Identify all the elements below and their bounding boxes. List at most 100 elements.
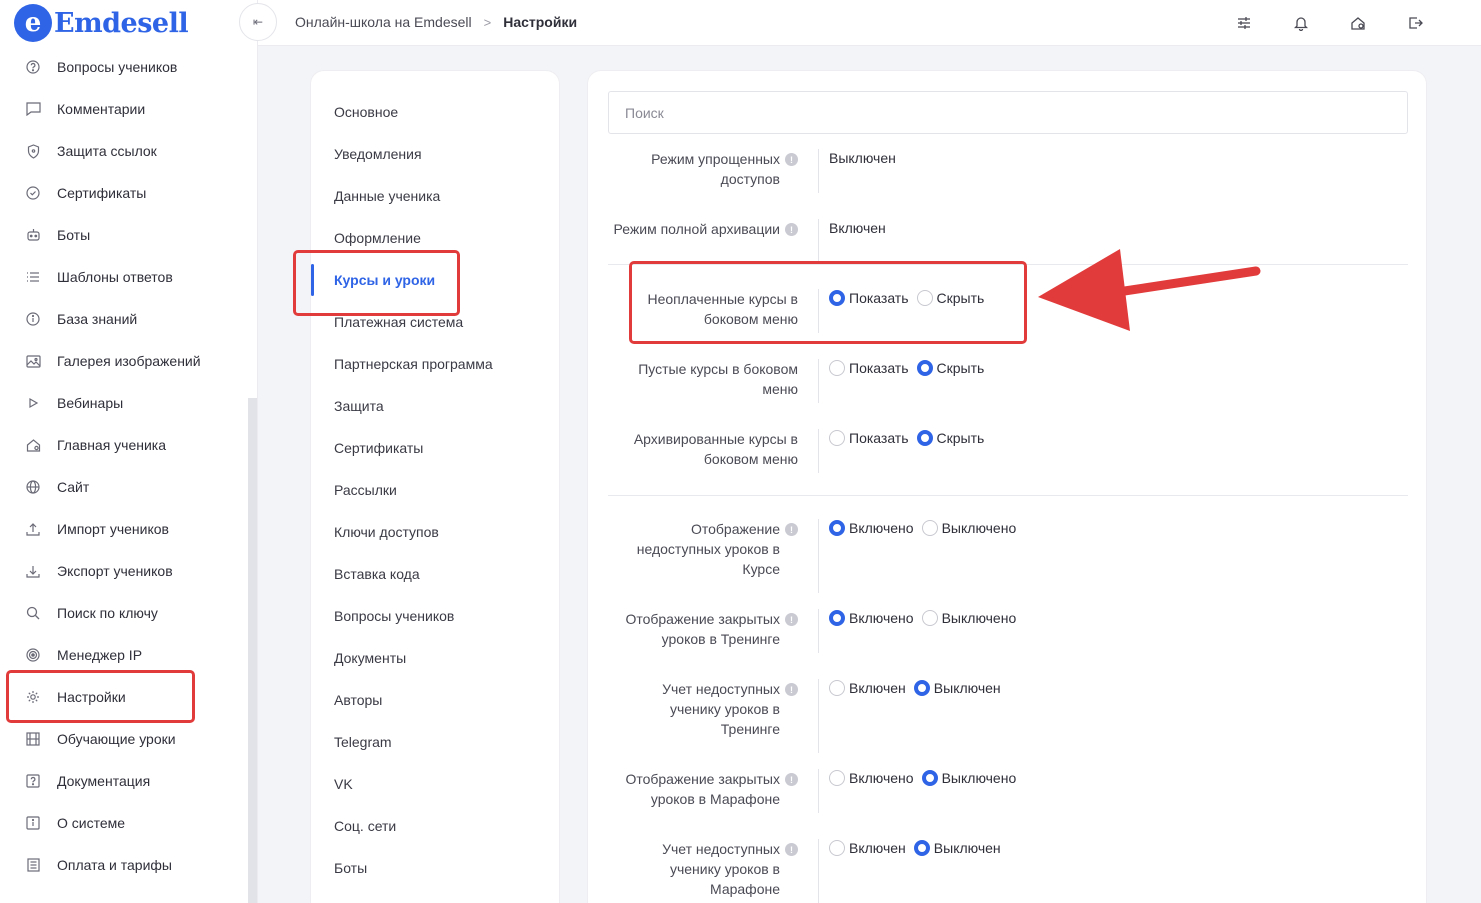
settings-menu-item-7[interactable]: Защита [311, 385, 559, 427]
radio-dot[interactable] [829, 360, 845, 376]
sidebar-item-3[interactable]: Сертификаты [0, 172, 257, 214]
filters-icon[interactable] [1215, 12, 1272, 34]
radio-option-0[interactable]: Включено [829, 609, 914, 627]
settings-search-input[interactable] [608, 91, 1408, 134]
sidebar-scrollbar[interactable] [248, 398, 257, 903]
radio-dot[interactable] [916, 360, 933, 376]
radio-dot[interactable] [916, 430, 933, 446]
sidebar-item-17[interactable]: Документация [0, 760, 257, 802]
radio-option-1[interactable]: Выключено [921, 609, 1016, 627]
settings-menu-item-16[interactable]: VK [311, 763, 559, 805]
radio-dot[interactable] [829, 770, 845, 786]
info-circle-icon [24, 310, 42, 328]
radio-option-1[interactable]: Скрыть [916, 359, 984, 377]
radio-option-0[interactable]: Показать [829, 429, 909, 447]
settings-menu-item-9[interactable]: Рассылки [311, 469, 559, 511]
radio-option-1[interactable]: Выключен [913, 839, 1001, 857]
radio-dot[interactable] [829, 840, 845, 856]
sidebar-item-11[interactable]: Импорт учеников [0, 508, 257, 550]
bell-icon[interactable] [1272, 12, 1329, 34]
radio-dot[interactable] [829, 430, 845, 446]
settings-menu-item-11[interactable]: Вставка кода [311, 553, 559, 595]
info-icon[interactable]: ! [785, 613, 798, 626]
sidebar-item-9[interactable]: Главная ученика [0, 424, 257, 466]
sidebar-item-4[interactable]: Боты [0, 214, 257, 256]
radio-dot[interactable] [921, 610, 938, 626]
radio-option-1[interactable]: Выключен [913, 679, 1001, 697]
info-icon[interactable]: ! [785, 683, 798, 696]
radio-option-0[interactable]: Показать [829, 289, 909, 307]
breadcrumb: Онлайн-школа на Emdesell > Настройки [295, 14, 577, 30]
settings-menu-item-13[interactable]: Документы [311, 637, 559, 679]
breadcrumb-school-link[interactable]: Онлайн-школа на Emdesell [295, 14, 472, 30]
settings-menu-item-17[interactable]: Соц. сети [311, 805, 559, 847]
collapse-sidebar-button[interactable]: ⇤ [239, 3, 277, 41]
settings-menu-item-2[interactable]: Данные ученика [311, 175, 559, 217]
radio-dot[interactable] [921, 520, 938, 536]
settings-menu-item-8[interactable]: Сертификаты [311, 427, 559, 469]
settings-menu-item-18[interactable]: Боты [311, 847, 559, 889]
sidebar-item-5[interactable]: Шаблоны ответов [0, 256, 257, 298]
sidebar-item-6[interactable]: База знаний [0, 298, 257, 340]
settings-menu-item-6[interactable]: Партнерская программа [311, 343, 559, 385]
radio-option-0[interactable]: Показать [829, 359, 909, 377]
radio-option-1[interactable]: Выключено [921, 519, 1016, 537]
settings-menu-item-15[interactable]: Telegram [311, 721, 559, 763]
setting-value: Включен Выключен [829, 839, 1009, 903]
info-icon[interactable]: ! [785, 523, 798, 536]
radio-dot[interactable] [921, 770, 938, 786]
setting-divider [818, 769, 819, 813]
sidebar-item-18[interactable]: О системе [0, 802, 257, 844]
sidebar-item-19[interactable]: Оплата и тарифы [0, 844, 257, 886]
radio-dot[interactable] [829, 680, 845, 696]
radio-dot[interactable] [913, 840, 930, 856]
sidebar-item-label: Оплата и тарифы [57, 857, 172, 873]
info-icon[interactable]: ! [785, 843, 798, 856]
sidebar-item-label: О системе [57, 815, 126, 831]
sidebar-item-7[interactable]: Галерея изображений [0, 340, 257, 382]
info-icon[interactable]: ! [785, 153, 798, 166]
radio-option-0[interactable]: Включено [829, 769, 914, 787]
sidebar-item-16[interactable]: Обучающие уроки [0, 718, 257, 760]
radio-label: Выключен [933, 680, 1001, 696]
info-icon[interactable]: ! [785, 773, 798, 786]
setting-row-0: Режим упрощенных доступов! Выключен [608, 149, 1408, 193]
settings-menu-item-5[interactable]: Платежная система [311, 301, 559, 343]
settings-menu-item-3[interactable]: Оформление [311, 217, 559, 259]
sidebar-item-0[interactable]: Вопросы учеников [0, 46, 257, 88]
sidebar-item-12[interactable]: Экспорт учеников [0, 550, 257, 592]
sidebar-item-10[interactable]: Сайт [0, 466, 257, 508]
settings-menu-item-14[interactable]: Авторы [311, 679, 559, 721]
sidebar-item-2[interactable]: Защита ссылок [0, 130, 257, 172]
setting-value-text: Выключен [829, 150, 896, 166]
radio-option-0[interactable]: Включен [829, 679, 906, 697]
home-settings-icon[interactable] [1329, 12, 1386, 34]
sidebar-item-14[interactable]: Менеджер IP [0, 634, 257, 676]
certificate-icon [24, 184, 42, 202]
settings-menu-item-0[interactable]: Основное [311, 91, 559, 133]
radio-dot[interactable] [913, 680, 930, 696]
sidebar-item-15[interactable]: Настройки [0, 676, 257, 718]
radio-dot[interactable] [829, 520, 845, 536]
setting-value: Включен Выключен [829, 679, 1009, 753]
sidebar-item-8[interactable]: Вебинары [0, 382, 257, 424]
sidebar-item-13[interactable]: Поиск по ключу [0, 592, 257, 634]
radio-option-1[interactable]: Скрыть [916, 289, 984, 307]
logo[interactable]: e Emdesell [14, 3, 189, 43]
settings-menu-item-4[interactable]: Курсы и уроки [311, 259, 559, 301]
radio-option-0[interactable]: Включено [829, 519, 914, 537]
radio-label: Включен [849, 840, 906, 856]
radio-dot[interactable] [829, 610, 845, 626]
settings-menu-item-1[interactable]: Уведомления [311, 133, 559, 175]
info-icon[interactable]: ! [785, 223, 798, 236]
radio-option-1[interactable]: Выключено [921, 769, 1016, 787]
radio-option-1[interactable]: Скрыть [916, 429, 984, 447]
settings-menu-item-12[interactable]: Вопросы учеников [311, 595, 559, 637]
logout-icon[interactable] [1386, 12, 1443, 34]
logo-text: Emdesell [54, 7, 189, 39]
sidebar-item-1[interactable]: Комментарии [0, 88, 257, 130]
radio-dot[interactable] [916, 290, 933, 306]
radio-option-0[interactable]: Включен [829, 839, 906, 857]
settings-menu-item-10[interactable]: Ключи доступов [311, 511, 559, 553]
radio-dot[interactable] [829, 290, 845, 306]
